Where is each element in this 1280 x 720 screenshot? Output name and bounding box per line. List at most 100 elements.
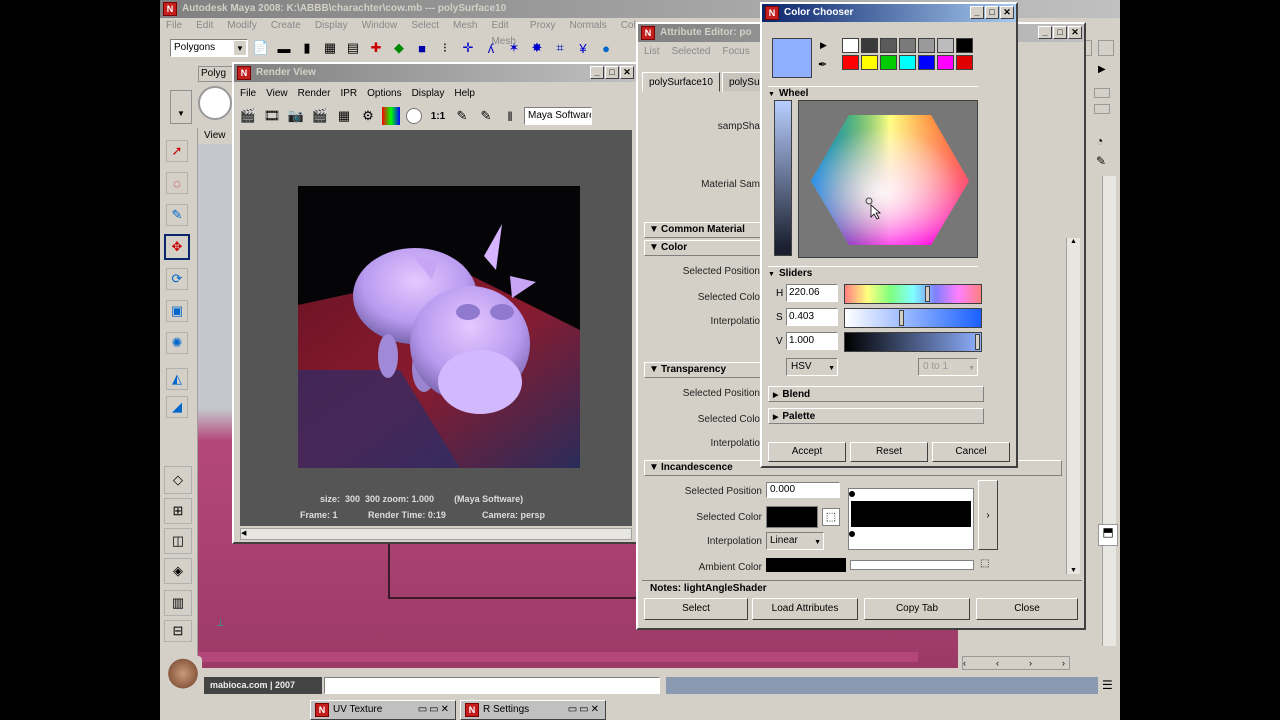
close-icon[interactable]: ✕ (1000, 6, 1014, 19)
ambient-color-swatch[interactable] (766, 558, 846, 572)
rv-menu-view[interactable]: View (266, 86, 288, 102)
render-region-icon[interactable]: 🎞 (262, 106, 282, 126)
s-input[interactable]: 0.403 (786, 308, 838, 326)
layout-2-icon[interactable] (1098, 40, 1114, 56)
move-tool-icon[interactable]: ✥ (164, 234, 190, 260)
rgb-channels-icon[interactable] (382, 107, 400, 125)
minimize-icon[interactable]: _ (590, 66, 604, 79)
history-icon[interactable]: ◔ (1096, 134, 1103, 148)
alpha-channel-icon[interactable] (404, 106, 424, 126)
select-component-icon[interactable]: ✚ (366, 38, 386, 58)
palette-swatch[interactable] (899, 38, 916, 53)
snap-plane-icon[interactable]: ✸ (527, 38, 547, 58)
h-slider-thumb[interactable] (925, 286, 930, 302)
rv-menu-help[interactable]: Help (454, 86, 475, 102)
persp-outliner-layout-icon[interactable]: ◈ (164, 558, 192, 584)
real-size-button[interactable]: 1:1 (428, 106, 448, 126)
palette-swatch[interactable] (956, 55, 973, 70)
color-wheel[interactable] (798, 100, 978, 258)
section-color[interactable]: ▼ Color (644, 240, 768, 256)
hypershade-layout-icon[interactable]: ⊟ (164, 620, 192, 642)
blend-section-header[interactable]: ▶ Blend (768, 386, 984, 402)
chevron-left-icon[interactable]: ◀ (241, 529, 251, 539)
keep-image-icon[interactable]: ✎ (452, 106, 472, 126)
renderer-select[interactable]: Maya Software (524, 107, 592, 125)
tab-polysurface10[interactable]: polySurface10 (642, 72, 720, 92)
viewport-menu-view[interactable]: View (204, 130, 226, 141)
rotate-tool-icon[interactable]: ⟳ (166, 268, 188, 290)
right-scrollbar[interactable] (1102, 176, 1116, 646)
chevron-up-icon[interactable]: ▲ (1067, 238, 1080, 245)
palette-swatch[interactable] (880, 55, 897, 70)
persp-graph-layout-icon[interactable]: ▥ (164, 590, 192, 616)
rv-menu-ipr[interactable]: IPR (340, 86, 357, 102)
ambient-slider[interactable] (850, 560, 974, 570)
mask-icon[interactable]: ◆ (389, 38, 409, 58)
palette-swatch[interactable] (861, 38, 878, 53)
taskbar-uv-texture[interactable]: N UV Texture ▭▭✕ (310, 700, 456, 720)
maximize-icon[interactable]: □ (1053, 26, 1067, 39)
snap-curve-icon[interactable]: ʎ (481, 38, 501, 58)
maximize-icon[interactable]: □ (985, 6, 999, 19)
ramp-widget[interactable] (848, 488, 974, 550)
snap-grid-icon[interactable]: ✛ (458, 38, 478, 58)
palette-swatch[interactable] (937, 38, 954, 53)
h-input[interactable]: 220.06 (786, 284, 838, 302)
snap-point-icon[interactable]: ✶ (504, 38, 524, 58)
close-button[interactable]: Close (976, 598, 1078, 620)
ae-menu-focus[interactable]: Focus (722, 44, 749, 60)
attr-editor-scrollbar[interactable]: ▲ ▼ (1066, 238, 1080, 574)
value-gradient-bar[interactable] (774, 100, 792, 256)
snapshot-icon[interactable]: 📷 (286, 106, 306, 126)
toggle-a-icon[interactable] (1094, 88, 1110, 98)
ae-menu-selected[interactable]: Selected (672, 44, 711, 60)
palette-swatch[interactable] (918, 38, 935, 53)
scale-tool-icon[interactable]: ▣ (166, 300, 188, 322)
ramp-handle-top[interactable] (849, 491, 855, 497)
menu-select[interactable]: Select (411, 18, 439, 34)
section-transparency[interactable]: ▼ Transparency (644, 362, 768, 378)
remove-image-icon[interactable]: ✎ (476, 106, 496, 126)
sliders-section-header[interactable]: ▼ Sliders (768, 266, 978, 280)
maximize-icon[interactable]: □ (605, 66, 619, 79)
section-common-material[interactable]: ▼ Common Material (644, 222, 768, 238)
ipr-render-icon[interactable]: 🎬 (310, 106, 330, 126)
menu-window[interactable]: Window (362, 18, 398, 34)
mask-2-icon[interactable]: ■ (412, 38, 432, 58)
soft-mod-icon[interactable]: ◭ (166, 368, 188, 390)
chevron-right-icon[interactable]: ▶ (820, 40, 827, 51)
palette-swatch[interactable] (918, 55, 935, 70)
render-icon[interactable]: ● (596, 38, 616, 58)
save-scene-icon[interactable]: ▮ (297, 38, 317, 58)
v-input[interactable]: 1.000 (786, 332, 838, 350)
rv-menu-render[interactable]: Render (298, 86, 331, 102)
new-scene-icon[interactable]: 📄 (251, 38, 271, 58)
snap-surface-icon[interactable]: ⌗ (550, 38, 570, 58)
lasso-tool-icon[interactable]: ◌ (166, 172, 188, 194)
s-slider[interactable] (844, 308, 982, 328)
close-icon[interactable]: ✕ (620, 66, 634, 79)
shelf-menu-button[interactable]: ▼ (170, 90, 192, 124)
minimize-icon[interactable]: _ (1038, 26, 1052, 39)
script-editor-icon[interactable]: ☰ (1102, 678, 1113, 692)
s-slider-thumb[interactable] (899, 310, 904, 326)
select-button[interactable]: Select (644, 598, 748, 620)
ramp-expand-button[interactable]: › (978, 480, 998, 550)
command-line[interactable] (324, 677, 660, 694)
map-button-icon[interactable]: ⬚ (980, 558, 989, 569)
menu-edit-mesh[interactable]: Edit Mesh (491, 18, 515, 47)
bucket-icon[interactable]: ⬒ (1098, 524, 1118, 546)
palette-swatch[interactable] (956, 38, 973, 53)
mode-select[interactable]: Polygons ▼ (170, 39, 248, 57)
open-scene-icon[interactable]: ▬ (274, 38, 294, 58)
load-attributes-button[interactable]: Load Attributes (752, 598, 858, 620)
history-icon[interactable]: ¥ (573, 38, 593, 58)
menu-file[interactable]: File (166, 18, 182, 34)
close-icon[interactable]: ✕ (1068, 26, 1082, 39)
palette-swatch[interactable] (899, 55, 916, 70)
menu-edit[interactable]: Edit (196, 18, 213, 34)
h-slider[interactable] (844, 284, 982, 304)
select-tool-icon[interactable]: ➚ (166, 140, 188, 162)
show-manip-icon[interactable]: ◢ (166, 396, 188, 418)
minimize-icon[interactable]: _ (970, 6, 984, 19)
